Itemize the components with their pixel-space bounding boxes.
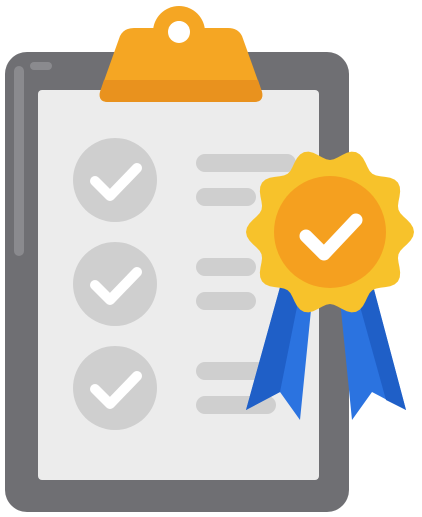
clipboard-checklist-award-icon [5,6,414,512]
board-highlight-top [30,62,52,70]
checklist-line [196,292,256,310]
board-highlight [14,66,24,256]
rosette-inner [274,176,386,288]
check-circle-icon [73,138,157,222]
check-circle-icon [73,346,157,430]
checklist-line [196,188,256,206]
checklist-line [196,258,256,276]
check-circle-icon [73,242,157,326]
clipboard-illustration [0,0,422,517]
checklist-line [196,154,296,172]
clip-icon [99,6,263,102]
